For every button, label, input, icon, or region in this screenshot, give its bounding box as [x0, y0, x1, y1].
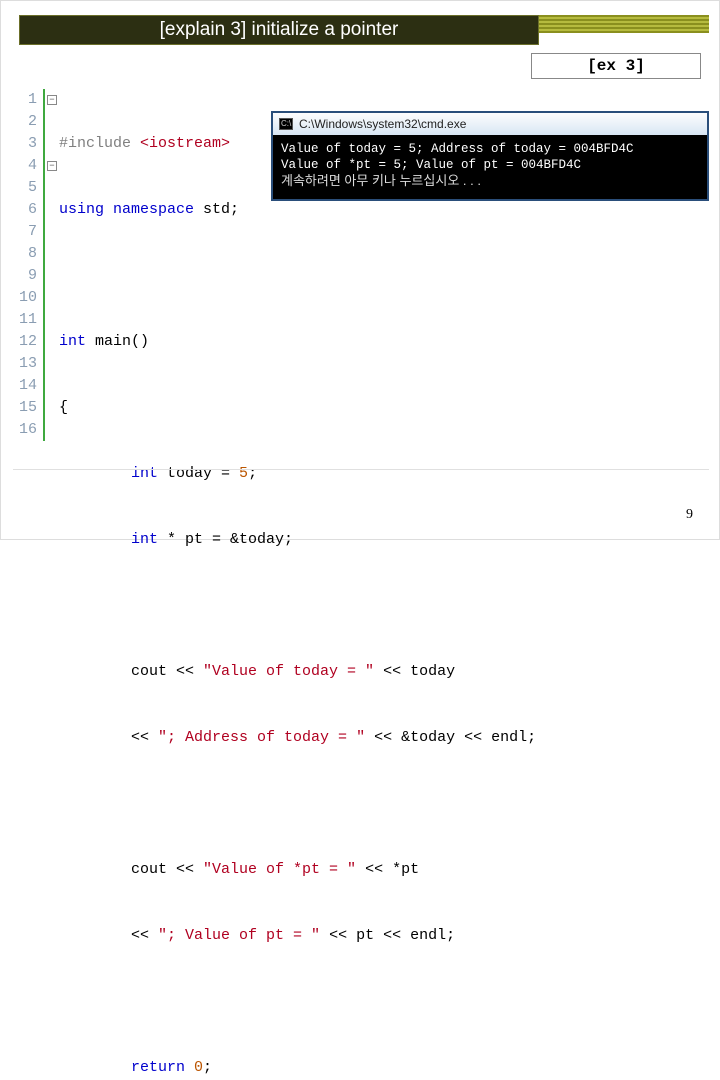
line-number: 6: [15, 199, 37, 221]
cmd-icon: C:\: [279, 118, 293, 130]
code-token: 5: [239, 465, 248, 482]
code-token: "Value of *pt = ": [203, 861, 356, 878]
slide: [explain 3] initialize a pointer [ex 3] …: [0, 0, 720, 540]
line-number: 2: [15, 111, 37, 133]
example-label: [ex 3]: [531, 53, 701, 79]
line-number: 5: [15, 177, 37, 199]
code-token: cout <<: [59, 663, 203, 680]
code-token: ;: [248, 465, 257, 482]
code-token: using namespace: [59, 201, 203, 218]
line-number: 8: [15, 243, 37, 265]
code-token: int: [59, 333, 95, 350]
console-title: C:\Windows\system32\cmd.exe: [299, 117, 466, 131]
fold-column: − −: [45, 89, 59, 441]
fold-toggle-icon[interactable]: −: [47, 161, 57, 171]
console-output: Value of today = 5; Address of today = 0…: [273, 135, 707, 199]
header-stripe: [537, 15, 709, 33]
line-number: 7: [15, 221, 37, 243]
code-token: "; Value of pt = ": [158, 927, 320, 944]
console-window: C:\ C:\Windows\system32\cmd.exe Value of…: [271, 111, 709, 201]
code-token: 0: [194, 1059, 203, 1076]
line-number: 13: [15, 353, 37, 375]
code-token: #include: [59, 135, 140, 152]
code-token: << pt << endl;: [320, 927, 455, 944]
title-text: [explain 3] initialize a pointer: [160, 19, 399, 41]
line-number: 4: [15, 155, 37, 177]
code-token: "Value of today = ": [203, 663, 374, 680]
line-number: 16: [15, 419, 37, 441]
code-token: << today: [374, 663, 455, 680]
console-titlebar[interactable]: C:\ C:\Windows\system32\cmd.exe: [273, 113, 707, 135]
code-token: ;: [203, 1059, 212, 1076]
line-number: 11: [15, 309, 37, 331]
line-number: 15: [15, 397, 37, 419]
console-line: Value of today = 5; Address of today = 0…: [281, 141, 699, 157]
code-token: cout <<: [59, 861, 203, 878]
line-number-gutter: 1 2 3 4 5 6 7 8 9 10 11 12 13 14 15 16: [15, 89, 45, 441]
console-line: Value of *pt = 5; Value of pt = 004BFD4C: [281, 157, 699, 173]
fold-toggle-icon[interactable]: −: [47, 95, 57, 105]
code-token: <<: [59, 927, 158, 944]
console-line: 계속하려면 아무 키나 누르십시오 . . .: [281, 173, 699, 189]
code-token: "; Address of today = ": [158, 729, 365, 746]
footer-divider: [13, 469, 709, 470]
line-number: 14: [15, 375, 37, 397]
title-bar: [explain 3] initialize a pointer: [19, 15, 539, 45]
line-number: 10: [15, 287, 37, 309]
line-number: 12: [15, 331, 37, 353]
code-token: today =: [167, 465, 239, 482]
line-number: 9: [15, 265, 37, 287]
page-number: 9: [686, 507, 693, 523]
code-token: int: [59, 465, 167, 482]
code-token: << *pt: [356, 861, 419, 878]
line-number: 1: [15, 89, 37, 111]
code-token: {: [59, 399, 68, 416]
code-token: std;: [203, 201, 239, 218]
code-token: <<: [59, 729, 158, 746]
code-token: << &today << endl;: [365, 729, 536, 746]
line-number: 3: [15, 133, 37, 155]
code-token: <iostream>: [140, 135, 230, 152]
code-token: main(): [95, 333, 149, 350]
code-body: #include <iostream> using namespace std;…: [59, 89, 536, 1080]
code-token: return: [59, 1059, 194, 1076]
